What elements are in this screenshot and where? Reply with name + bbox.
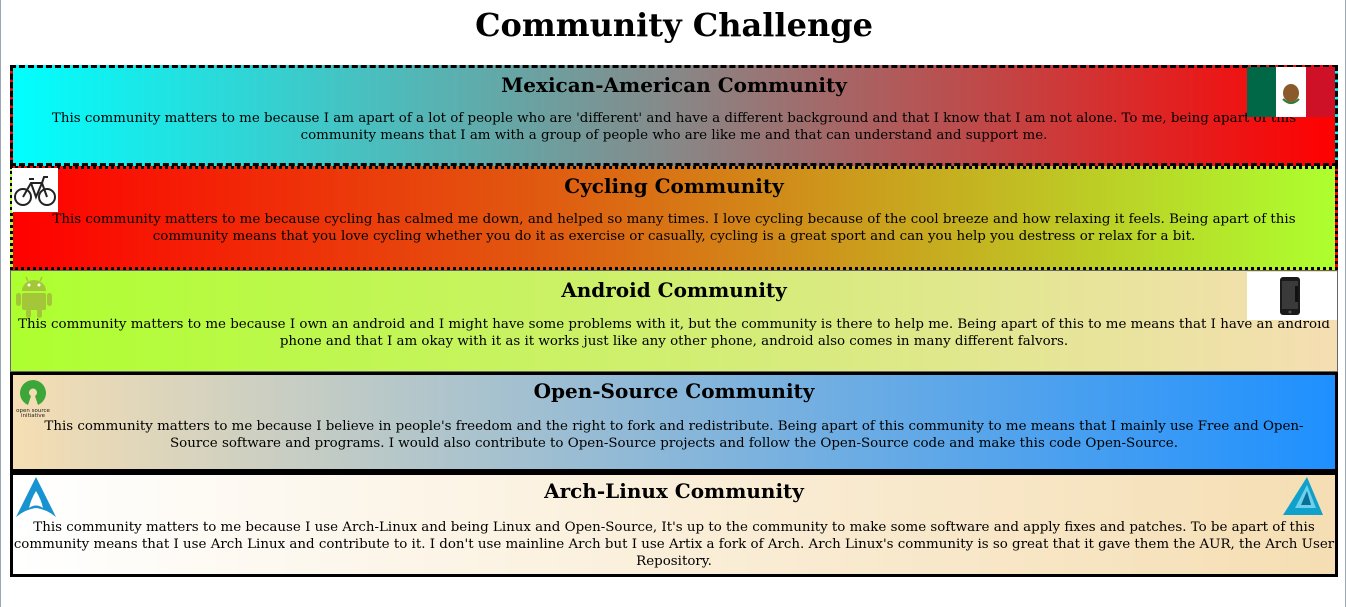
section-open-source: open source initiative Open-Source Commu… xyxy=(10,372,1338,472)
bicycle-icon xyxy=(12,168,58,212)
section-cycling: Cycling Community This community matters… xyxy=(10,166,1338,270)
open-source-initiative-logo-icon: open source initiative xyxy=(15,376,51,419)
section-title: Cycling Community xyxy=(564,174,784,198)
arch-linux-logo-icon xyxy=(14,475,58,519)
section-mexican-american: Mexican-American Community This communit… xyxy=(10,65,1338,166)
section-title: Open-Source Community xyxy=(533,379,815,403)
section-text: This community matters to me because I a… xyxy=(51,111,1297,143)
section-arch-linux: Arch-Linux Community This community matt… xyxy=(10,472,1338,577)
section-text: This community matters to me because cyc… xyxy=(52,212,1296,244)
artix-linux-logo-icon xyxy=(1281,475,1325,519)
section-text: This community matters to me because I u… xyxy=(13,520,1335,569)
page-title: Community Challenge xyxy=(475,6,873,44)
smartphone-icon xyxy=(1247,272,1337,320)
mexico-flag-icon xyxy=(1247,67,1335,117)
section-android: Android Community This community matters… xyxy=(10,270,1338,372)
section-text: This community matters to me because I o… xyxy=(18,317,1330,349)
section-title: Arch-Linux Community xyxy=(544,479,804,503)
logo-text-line: initiative xyxy=(21,413,46,418)
section-title: Mexican-American Community xyxy=(501,73,847,97)
section-title: Android Community xyxy=(561,278,787,302)
section-text: This community matters to me because I b… xyxy=(44,419,1304,451)
android-robot-icon xyxy=(13,273,55,319)
